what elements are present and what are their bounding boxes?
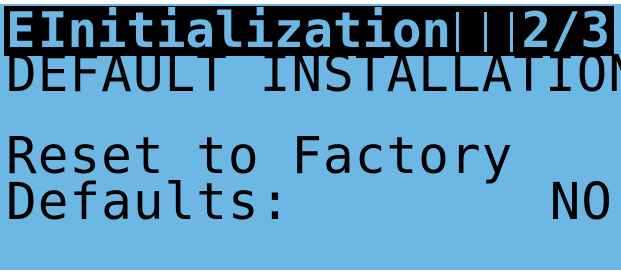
bezel-bottom — [0, 270, 621, 280]
lcd-screen: E Initialization 2/3 DEFAULT INSTALLATIO… — [0, 0, 621, 280]
section-heading: DEFAULT INSTALLATION — [6, 45, 621, 104]
defaults-value-field[interactable]: NO — [550, 176, 613, 230]
prompt-label-line2: Defaults: — [6, 173, 292, 232]
